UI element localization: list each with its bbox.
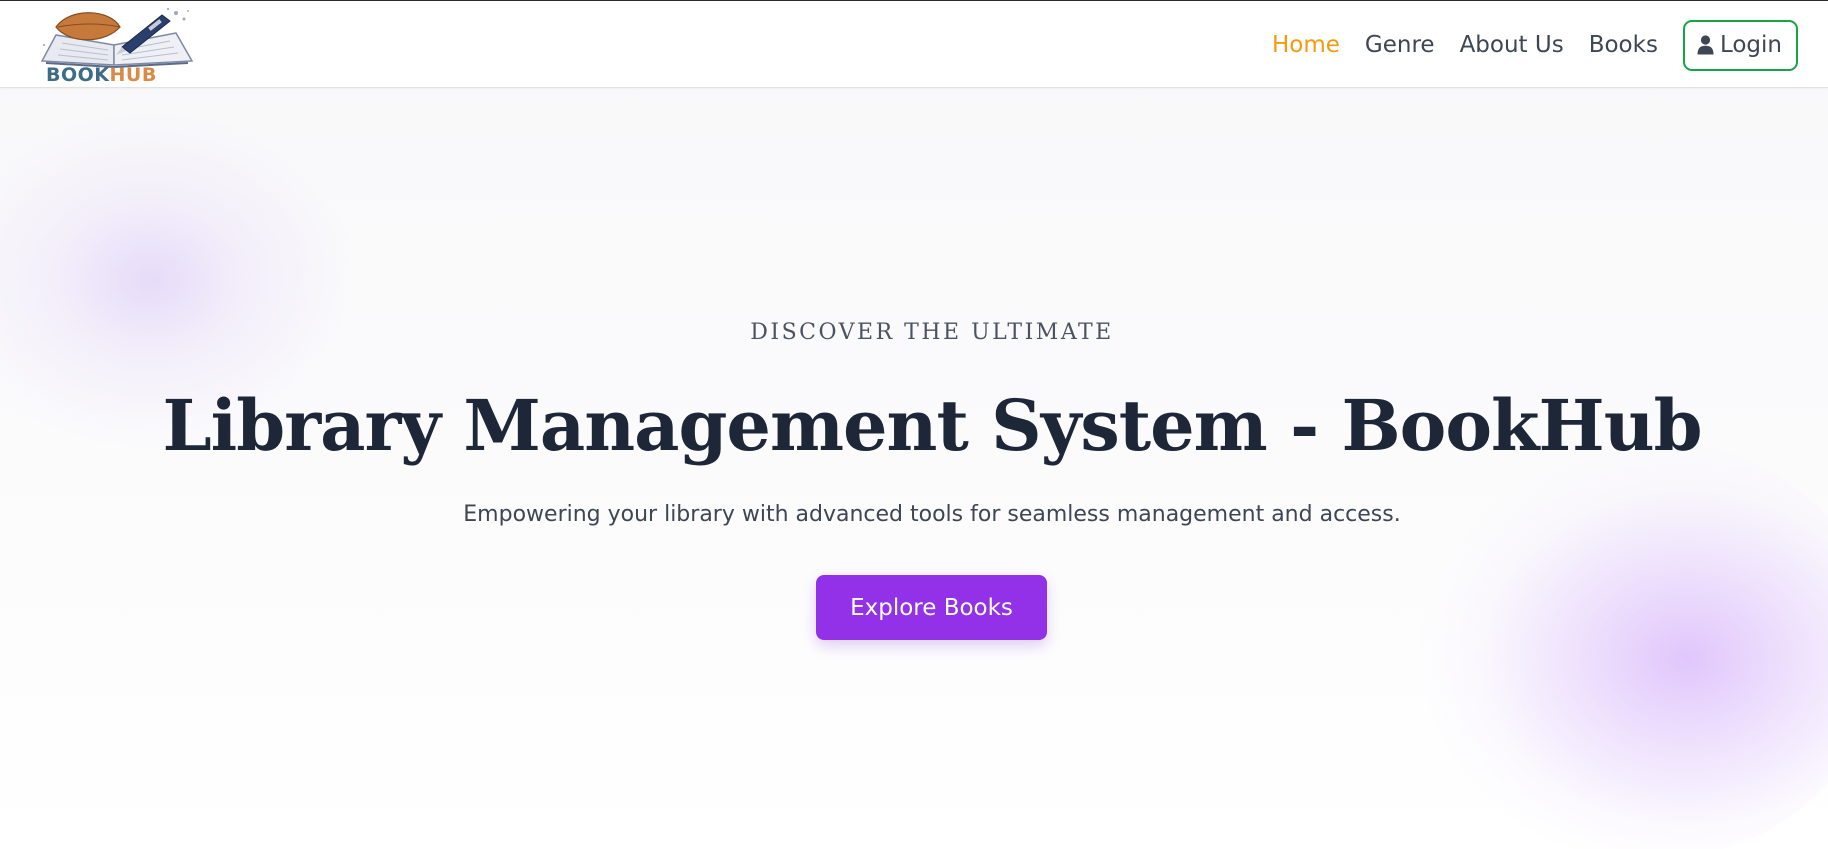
login-button[interactable]: Login — [1682, 19, 1798, 71]
nav-item-home[interactable]: Home — [1272, 32, 1340, 58]
brand-word-book: BOOK — [46, 64, 110, 86]
hero-title: Library Management System - BookHub — [162, 384, 1702, 467]
hero-subtitle: Empowering your library with advanced to… — [463, 502, 1401, 527]
user-icon — [1697, 35, 1714, 55]
open-book-with-leaf-and-pen-icon — [40, 7, 194, 69]
main-nav: Home Genre About Us Books Login — [1272, 19, 1798, 71]
hero-eyebrow: DISCOVER THE ULTIMATE — [750, 320, 1114, 345]
navbar: BOOKHUB Home Genre About Us Books Login — [0, 1, 1828, 88]
nav-item-about-us[interactable]: About Us — [1460, 32, 1564, 58]
nav-item-books[interactable]: Books — [1589, 32, 1658, 58]
brand-wordmark: BOOKHUB — [46, 65, 157, 85]
brand-logo[interactable]: BOOKHUB — [36, 5, 196, 87]
explore-books-button[interactable]: Explore Books — [816, 575, 1047, 640]
page: BOOKHUB Home Genre About Us Books Login … — [0, 0, 1828, 849]
nav-item-genre[interactable]: Genre — [1365, 32, 1435, 58]
login-label: Login — [1719, 32, 1782, 58]
brand-word-hub: HUB — [109, 64, 157, 86]
